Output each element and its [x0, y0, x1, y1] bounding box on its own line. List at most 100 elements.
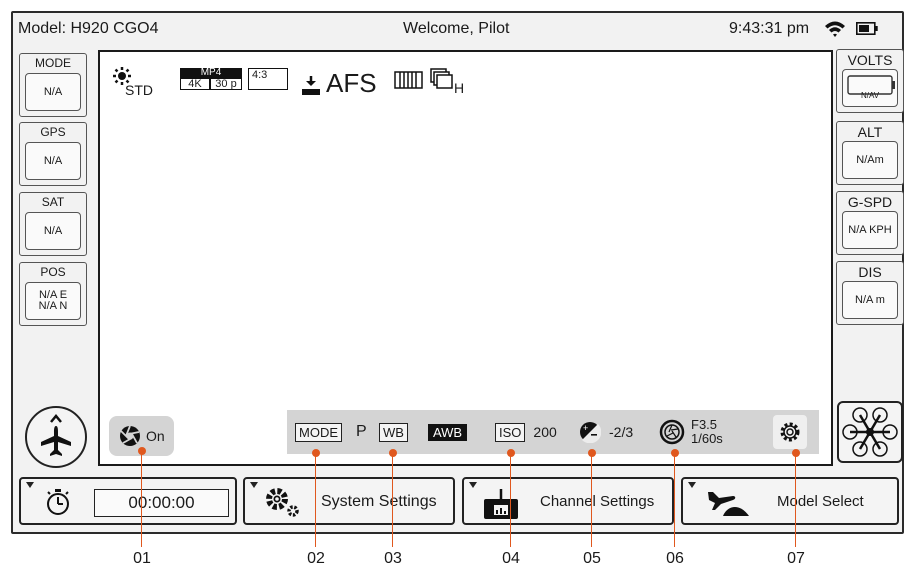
pos-value: N/A E N/A N [25, 282, 81, 320]
alt-panel: ALT N/Am [836, 121, 904, 185]
callout-label-01: 01 [133, 550, 151, 567]
callout-line-07 [795, 453, 796, 547]
battery-icon [856, 22, 878, 35]
settings-gears-icon [266, 488, 299, 517]
system-settings-label: System Settings [321, 493, 437, 510]
drone-view-button[interactable] [837, 401, 903, 463]
gear-icon [780, 422, 800, 442]
exposure-mode[interactable]: MODE P [295, 410, 367, 454]
model-select-button[interactable]: Model Select [681, 477, 899, 525]
svg-text:+: + [583, 423, 588, 433]
caret-down-icon [688, 482, 696, 488]
wb-badge: WB [379, 422, 408, 442]
pos-north: N/A N [38, 300, 68, 312]
gps-label: GPS [40, 125, 66, 139]
callout-dot-07 [792, 449, 800, 457]
film-strip-icon [394, 71, 423, 89]
callout-label-05: 05 [583, 550, 601, 567]
pos-panel: POS N/A E N/A N [19, 262, 87, 326]
model-name: Model: H920 CGO4 [18, 20, 159, 37]
welcome-text: Welcome, Pilot [403, 20, 510, 37]
iso-setting[interactable]: ISO 200 [495, 410, 557, 454]
sat-panel: SAT N/A [19, 192, 87, 256]
mode-badge: MODE [295, 422, 342, 442]
status-bar: Model: H920 CGO4 Welcome, Pilot 9:43:31 … [13, 13, 902, 45]
channel-settings-label: Channel Settings [540, 493, 655, 510]
clock: 9:43:31 pm [729, 20, 810, 37]
lens-aperture-icon [659, 419, 685, 445]
caret-down-icon [250, 482, 258, 488]
dis-value: N/A m [842, 281, 898, 319]
ev-value: -2/3 [609, 424, 634, 440]
aperture-icon [120, 425, 140, 446]
mode-panel: MODE N/A [19, 53, 87, 117]
callout-dot-03 [389, 449, 397, 457]
volts-value: N/AV [842, 69, 898, 107]
callout-label-07: 07 [787, 550, 805, 567]
hexacopter-icon [842, 407, 898, 457]
callout-line-04 [510, 453, 511, 547]
ev-icon: + [580, 422, 601, 443]
burst-suffix: H [454, 80, 465, 96]
gspd-panel: G-SPD N/A KPH [836, 191, 904, 255]
callout-dot-05 [588, 449, 596, 457]
gps-panel: GPS N/A [19, 122, 87, 186]
callout-line-05 [591, 453, 592, 547]
format-label: MP4 [180, 68, 242, 78]
shutter-speed-value: 1/60s [691, 431, 723, 446]
callout-label-02: 02 [307, 550, 325, 567]
iso-value: 200 [533, 424, 557, 440]
callout-line-01 [141, 451, 142, 547]
callout-line-03 [392, 453, 393, 547]
volts-label: VOLTS [847, 52, 893, 68]
exposure-compensation[interactable]: + -2/3 [579, 410, 633, 454]
callout-dot-02 [312, 449, 320, 457]
iso-badge: ISO [495, 422, 526, 442]
mode-value: N/A [25, 73, 81, 111]
burst-mode-icon [430, 68, 453, 89]
camera-settings-gear[interactable] [770, 410, 810, 454]
model-select-label: Model Select [777, 493, 864, 510]
aperture-value: F3.5 [691, 417, 718, 432]
callout-line-02 [315, 453, 316, 547]
alt-value: N/Am [842, 141, 898, 179]
device-frame: Model: H920 CGO4 Welcome, Pilot 9:43:31 … [11, 11, 904, 534]
gspd-label: G-SPD [847, 194, 893, 210]
camera-settings-bar: MODE P WB AWB ISO 200 + -2/3 F3.5 1/60s [287, 410, 819, 454]
gps-value: N/A [25, 142, 81, 180]
channel-settings-button[interactable]: Channel Settings [462, 477, 674, 525]
mode-value-text: P [356, 423, 367, 440]
gspd-value: N/A KPH [842, 211, 898, 249]
callout-dot-01 [138, 447, 146, 455]
mode-label: MODE [35, 56, 71, 70]
pos-label: POS [40, 265, 66, 279]
shutter-state: On [146, 428, 165, 444]
callout-label-06: 06 [666, 550, 684, 567]
fps-label: 30 p [210, 78, 242, 90]
takeoff-button[interactable] [25, 406, 87, 468]
caret-down-icon [469, 482, 477, 488]
aperture-shutter[interactable]: F3.5 1/60s [659, 410, 723, 454]
stopwatch-icon [47, 489, 69, 515]
sat-label: SAT [41, 195, 65, 209]
timer-display: 00:00:00 [94, 489, 229, 517]
camera-preview[interactable]: STD MP4 4K 30 p 4:3 AFS H [98, 50, 833, 466]
system-settings-button[interactable]: System Settings [243, 477, 455, 525]
aspect-label: 4:3 [248, 68, 288, 90]
callout-line-06 [674, 453, 675, 547]
dis-label: DIS [858, 264, 882, 280]
alt-label: ALT [857, 124, 883, 140]
dis-panel: DIS N/A m [836, 261, 904, 325]
radio-controller-icon [484, 489, 518, 519]
volts-reading: N/AV [860, 91, 880, 100]
flight-timer[interactable]: 00:00:00 [19, 477, 237, 525]
airplane-icon [41, 414, 71, 456]
volts-panel: VOLTS N/AV [836, 49, 904, 113]
focus-mode-text: AFS [326, 68, 377, 98]
white-balance[interactable]: WB AWB [379, 410, 468, 454]
callout-label-03: 03 [384, 550, 402, 567]
callout-dot-04 [507, 449, 515, 457]
callout-label-04: 04 [502, 550, 520, 567]
wb-value: AWB [427, 423, 468, 441]
caret-down-icon [26, 482, 34, 488]
